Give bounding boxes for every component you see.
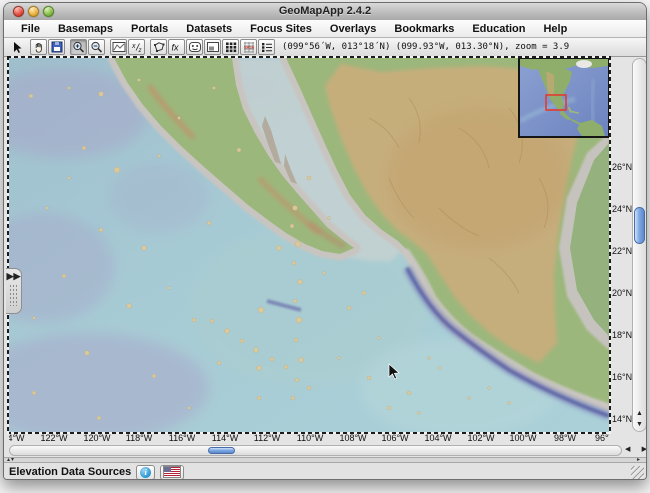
menu-portals[interactable]: Portals (122, 23, 177, 35)
lon-tick-label: 104°W (424, 433, 451, 443)
horizontal-scrollbar-thumb[interactable] (208, 447, 235, 454)
lon-tick-label: 122°W (40, 433, 67, 443)
image-window-button[interactable] (204, 39, 221, 55)
lon-tick-label: 106°W (381, 433, 408, 443)
horizontal-scrollbar[interactable] (9, 445, 622, 456)
latitude-axis: 26°N 24°N 22°N 20°N 18°N 16°N 14°N (611, 58, 632, 432)
menu-bookmarks[interactable]: Bookmarks (385, 23, 463, 35)
scroll-down-button[interactable]: ▼ (633, 419, 646, 430)
lasso-digitize-button[interactable] (150, 39, 167, 55)
menu-datasets[interactable]: Datasets (177, 23, 241, 35)
menu-focus-sites[interactable]: Focus Sites (241, 23, 321, 35)
lon-tick-label: 124°W (9, 433, 25, 443)
map-canvas[interactable] (9, 58, 609, 432)
menu-education[interactable]: Education (463, 23, 534, 35)
nasa-wms-button[interactable]: NASA (240, 39, 257, 55)
lat-tick-label: 14°N (612, 414, 632, 424)
svg-text:NASA: NASA (244, 46, 255, 50)
coordinate-readout: (099°56´W, 013°18´N) (099.93°W, 013.30°N… (282, 42, 569, 52)
geomapapp-window: GeoMapApp 2.4.2 File Basemaps Portals Da… (3, 2, 647, 480)
scroll-right-button[interactable]: ▶ (642, 445, 647, 456)
menu-basemaps[interactable]: Basemaps (49, 23, 122, 35)
lon-tick-label: 112°W (254, 433, 280, 443)
desktop: GeoMapApp 2.4.2 File Basemaps Portals Da… (0, 0, 650, 493)
lat-tick-label: 24°N (612, 204, 632, 214)
lon-tick-label: 96°W (595, 433, 609, 443)
menu-overlays[interactable]: Overlays (321, 23, 385, 35)
menu-file[interactable]: File (12, 23, 49, 35)
lon-tick-label: 108°W (339, 433, 366, 443)
lat-tick-label: 22°N (612, 246, 632, 256)
lat-tick-label: 18°N (612, 330, 632, 340)
lon-tick-label: 120°W (83, 433, 110, 443)
status-bar: Elevation Data Sources i (4, 463, 646, 480)
svg-text:fx: fx (171, 43, 179, 53)
lat-tick-label: 20°N (612, 288, 632, 298)
grid-icon (224, 41, 238, 53)
image-window-icon (206, 41, 220, 53)
scroll-up-button[interactable]: ▲ (633, 408, 646, 419)
mask-face-icon (188, 41, 202, 53)
inset-locator-map[interactable] (518, 58, 609, 138)
lon-tick-label: 98°W (554, 433, 576, 443)
scroll-left-button[interactable]: ◀ (625, 445, 630, 456)
language-flag-button[interactable] (160, 465, 184, 480)
window-title: GeoMapApp 2.4.2 (4, 5, 646, 17)
grid-button[interactable] (222, 39, 239, 55)
svg-text:z: z (137, 48, 141, 53)
toolbar: xz fx NASA (099°56´W, 013°18´N) (099.93°… (4, 38, 646, 57)
horizontal-scroll-arrows: ◀ ▶ (623, 445, 647, 456)
lat-tick-label: 26°N (612, 162, 632, 172)
pan-hand-icon (32, 41, 46, 53)
save-button[interactable] (48, 39, 65, 55)
lon-tick-label: 114°W (212, 433, 238, 443)
pan-hand-button[interactable] (30, 39, 47, 55)
drag-dots-texture (9, 284, 18, 306)
mask-button[interactable] (186, 39, 203, 55)
inset-map-art (520, 59, 608, 136)
menu-help[interactable]: Help (534, 23, 576, 35)
xz-ratio-button[interactable]: xz (128, 39, 145, 55)
zoom-in-button[interactable] (70, 39, 87, 55)
vertical-scrollbar[interactable]: ▲ ▼ (632, 58, 647, 432)
map-frame (7, 56, 611, 434)
function-button[interactable]: fx (168, 39, 185, 55)
profile-icon (112, 41, 126, 53)
lon-tick-label: 110°W (297, 433, 323, 443)
lon-tick-label: 100°W (509, 433, 536, 443)
zoom-out-button[interactable] (88, 39, 105, 55)
svg-text:x: x (131, 43, 136, 50)
save-floppy-icon (50, 41, 64, 53)
nasa-wms-icon: NASA (242, 41, 256, 53)
lon-tick-label: 116°W (169, 433, 195, 443)
window-resize-grip[interactable] (631, 466, 644, 479)
lat-tick-label: 16°N (612, 372, 632, 382)
divider-right-arrow-icon[interactable]: ▸ (637, 456, 640, 463)
function-fx-icon: fx (170, 41, 184, 53)
profile-button[interactable] (110, 39, 127, 55)
zoom-in-icon (72, 41, 86, 54)
layer-list-button[interactable] (258, 39, 275, 55)
zoom-out-icon (90, 41, 104, 54)
status-label: Elevation Data Sources (9, 466, 131, 478)
lasso-icon (152, 41, 166, 53)
us-flag-icon (163, 466, 181, 478)
double-chevron-right-icon: ▶▶ (6, 269, 21, 283)
select-arrow-icon (10, 41, 24, 54)
longitude-axis: 124°W 122°W 120°W 118°W 116°W 114°W 112°… (9, 433, 609, 444)
select-arrow-button[interactable] (8, 39, 25, 55)
info-icon: i (140, 467, 151, 478)
divider-collapse-arrows-icon[interactable]: ▴▾ (7, 456, 15, 463)
title-bar[interactable]: GeoMapApp 2.4.2 (4, 3, 646, 21)
info-button[interactable]: i (136, 465, 155, 480)
lon-tick-label: 118°W (126, 433, 152, 443)
lon-tick-label: 102°W (467, 433, 494, 443)
layer-list-icon (260, 41, 274, 53)
side-panel-expand-tab[interactable]: ▶▶ (6, 268, 22, 314)
xz-ratio-icon: xz (130, 41, 144, 53)
vertical-scrollbar-thumb[interactable] (634, 207, 645, 244)
menu-bar: File Basemaps Portals Datasets Focus Sit… (4, 20, 646, 38)
